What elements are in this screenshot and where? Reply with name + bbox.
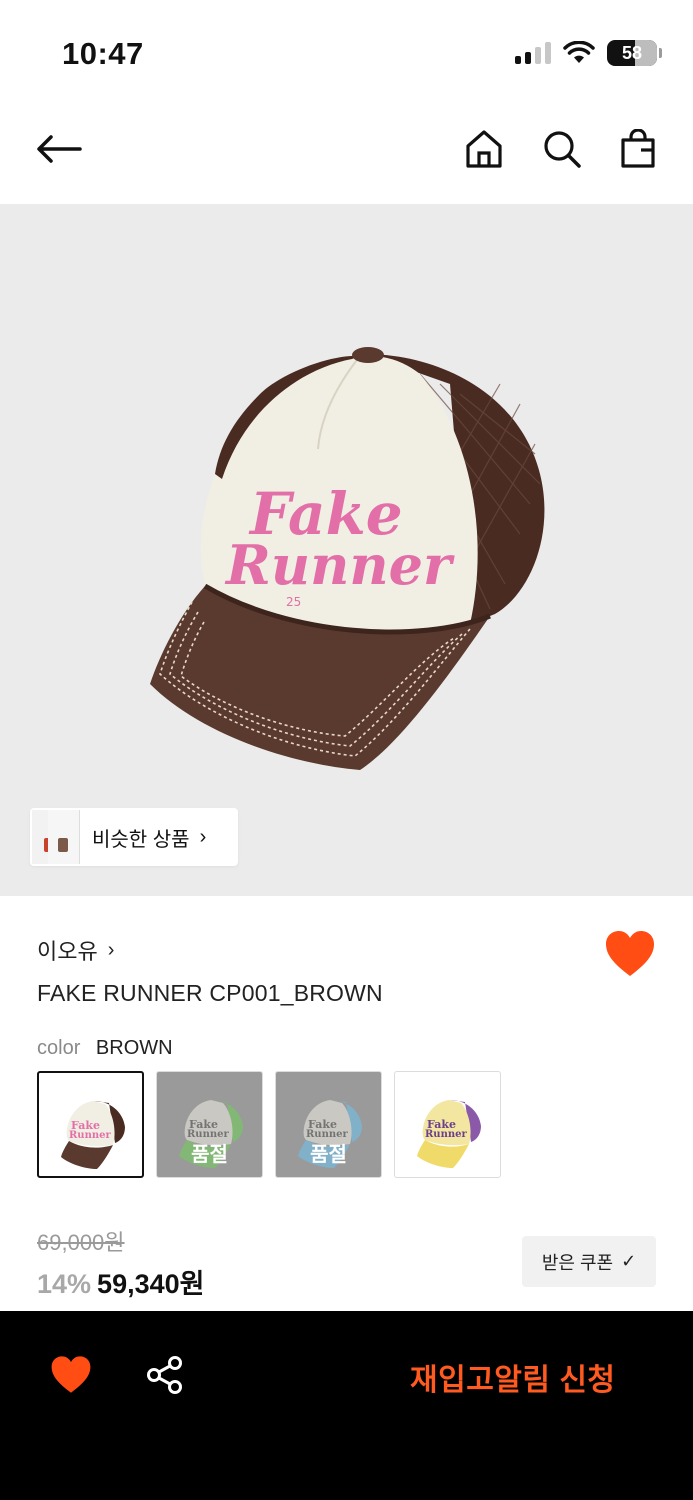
home-icon — [466, 130, 502, 168]
heart-icon — [606, 931, 654, 976]
cap-print-runner: Runner — [224, 533, 455, 597]
search-button[interactable] — [538, 124, 586, 174]
price-row: 14% 59,340원 — [37, 1262, 204, 1301]
color-option-purple[interactable]: Fake Runner — [394, 1071, 501, 1178]
sold-out-label: 품절 — [310, 1144, 347, 1166]
product-name: FAKE RUNNER CP001_BROWN — [37, 980, 383, 1006]
brand-name: 이오유 — [37, 939, 98, 964]
similar-products-button[interactable]: 비슷한 상품 › — [30, 808, 238, 866]
svg-text:Runner: Runner — [69, 1130, 111, 1141]
brand-link[interactable]: 이오유 › — [37, 934, 114, 966]
check-icon: ✓ — [621, 1251, 637, 1271]
color-option-green[interactable]: Fake Runner 품절 — [156, 1071, 263, 1178]
status-bar: 10:47 58 — [0, 0, 693, 100]
chevron-right-icon: › — [107, 938, 115, 961]
status-time: 10:47 — [62, 36, 144, 71]
restock-alert-button[interactable]: 재입고알림 신청 — [410, 1355, 616, 1399]
share-button[interactable] — [146, 1355, 184, 1395]
product-image: Fake Runner 25 — [150, 347, 545, 770]
top-navigation — [0, 100, 693, 204]
original-price: 69,000원 — [37, 1230, 125, 1255]
share-icon — [147, 1356, 182, 1394]
color-value: BROWN — [95, 1037, 173, 1059]
similar-products-label: 비슷한 상품 — [92, 828, 190, 851]
bottom-action-bar: 재입고알림 신청 — [0, 1311, 693, 1500]
battery-icon: 58 — [607, 40, 662, 66]
home-button[interactable] — [460, 124, 508, 174]
chevron-right-icon: › — [199, 825, 207, 848]
shopping-bag-icon — [621, 129, 655, 168]
status-icons: 58 — [515, 40, 662, 66]
coupon-label: 받은 쿠폰 — [541, 1252, 614, 1273]
final-price: 59,340원 — [97, 1269, 205, 1299]
cart-button[interactable] — [614, 124, 662, 174]
color-option-brown[interactable]: Fake Runner — [37, 1071, 144, 1178]
svg-text:Runner: Runner — [425, 1129, 467, 1140]
product-image-area[interactable]: Fake Runner 25 비슷한 상품 › — [0, 204, 693, 896]
sold-out-label: 품절 — [191, 1144, 228, 1166]
similar-products-thumbnails — [30, 808, 88, 866]
arrow-left-icon — [37, 135, 82, 163]
color-selector-label: color BROWN — [37, 1037, 173, 1060]
back-button[interactable] — [32, 124, 86, 174]
cap-print-small: 25 — [286, 595, 301, 609]
bottom-like-button[interactable] — [50, 1355, 92, 1395]
cellular-signal-icon — [515, 42, 551, 64]
search-icon — [544, 131, 581, 168]
color-options: Fake Runner Fake Runner 품절 Fake Runner 품… — [37, 1071, 501, 1178]
wifi-icon — [563, 41, 595, 63]
battery-level: 58 — [621, 42, 643, 63]
like-button[interactable] — [604, 930, 656, 978]
coupon-button[interactable]: 받은 쿠폰 ✓ — [522, 1236, 656, 1287]
heart-icon — [51, 1356, 91, 1393]
discount-rate: 14% — [37, 1269, 92, 1299]
color-label: color — [37, 1037, 81, 1059]
color-option-blue[interactable]: Fake Runner 품절 — [275, 1071, 382, 1178]
